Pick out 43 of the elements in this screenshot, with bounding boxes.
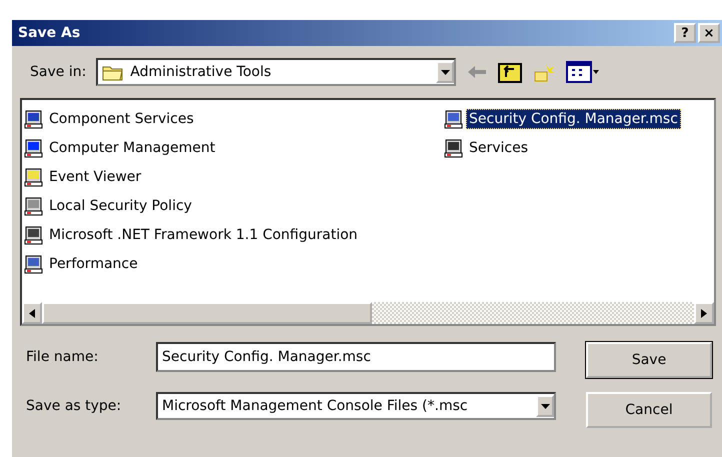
file-item[interactable]: Event Viewer: [24, 162, 444, 191]
file-item[interactable]: Microsoft .NET Framework 1.1 Configuration: [24, 220, 444, 249]
file-item[interactable]: Computer Management: [24, 133, 444, 162]
horizontal-scrollbar[interactable]: [22, 302, 714, 324]
save-in-label: Save in:: [29, 64, 86, 80]
console-icon: [24, 138, 44, 158]
scroll-left-icon[interactable]: [22, 302, 42, 324]
file-name: Event Viewer: [48, 168, 142, 186]
file-item[interactable]: Performance: [24, 249, 444, 278]
scrollbar-thumb[interactable]: [42, 302, 372, 324]
file-item[interactable]: Local Security Policy: [24, 191, 444, 220]
save-as-type-value: Microsoft Management Console Files (*.msc: [161, 398, 469, 414]
file-name-field[interactable]: Security Config. Manager.msc: [156, 342, 556, 372]
file-item[interactable]: Services: [444, 133, 714, 162]
dialog-button[interactable]: Cancel: [586, 392, 712, 428]
save-in-dropdown[interactable]: Administrative Tools: [96, 58, 456, 86]
up-folder-icon[interactable]: [498, 61, 522, 83]
console-icon: [24, 224, 44, 244]
save-as-type-label: Save as type:: [25, 398, 122, 414]
file-item[interactable]: Component Services: [24, 104, 444, 133]
console-icon: [24, 166, 44, 186]
console-icon: [24, 196, 44, 216]
console-icon: [444, 138, 464, 158]
file-item[interactable]: Security Config. Manager.msc: [444, 104, 714, 133]
console-icon: [444, 108, 464, 128]
help-button[interactable]: ?: [674, 23, 696, 43]
file-name: Local Security Policy: [48, 196, 193, 216]
file-name-label: File name:: [25, 349, 100, 365]
console-icon: [24, 254, 44, 274]
scroll-right-icon[interactable]: [694, 302, 714, 324]
save-in-value: Administrative Tools: [129, 64, 272, 80]
file-name: Microsoft .NET Framework 1.1 Configuration: [48, 226, 359, 244]
close-button[interactable]: ×: [698, 23, 720, 43]
file-name: Performance: [48, 254, 139, 274]
view-menu-icon[interactable]: [566, 61, 600, 83]
save-as-type-dropdown[interactable]: Microsoft Management Console Files (*.msc: [156, 392, 556, 420]
console-icon: [24, 108, 44, 128]
file-name: Security Config. Manager.msc: [466, 108, 681, 128]
file-name: Services: [468, 138, 530, 158]
file-name: Component Services: [48, 110, 195, 128]
dialog-button[interactable]: Save: [586, 342, 712, 378]
window-title: Save As: [18, 25, 80, 41]
file-name: Computer Management: [48, 138, 216, 158]
